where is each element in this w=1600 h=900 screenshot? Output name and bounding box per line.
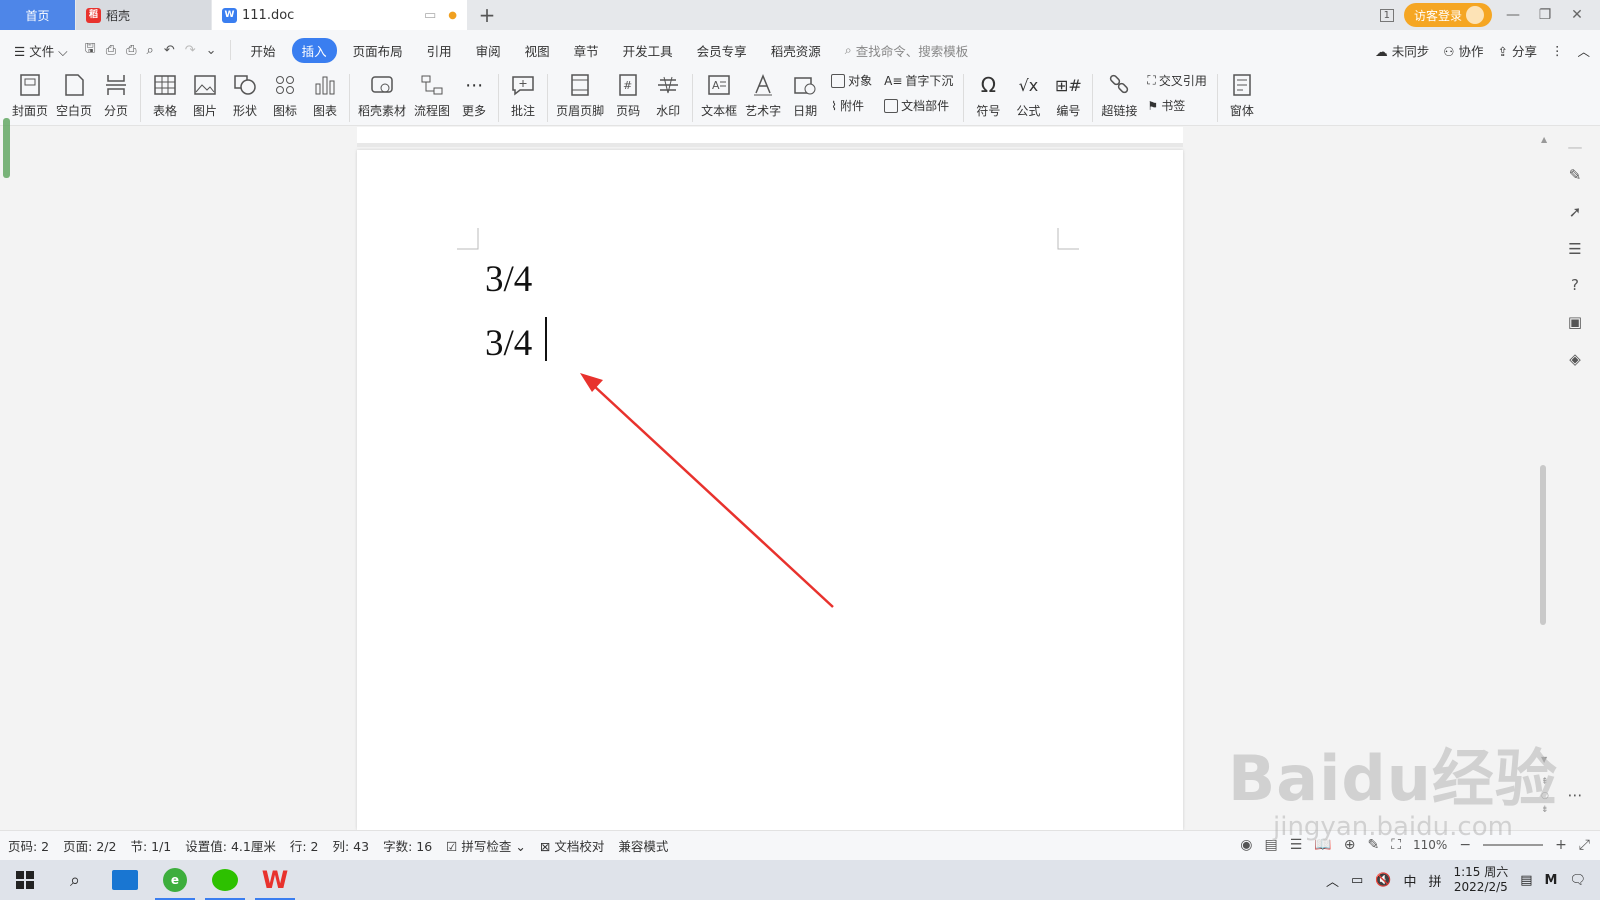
clock-date: 2022/2/5 [1453,880,1508,894]
right-tool-sidebar: — ✎ ➚ ☰ ? ▣ ◈ ⋯ [1550,127,1600,827]
fullscreen-icon[interactable]: ⤢ [1579,837,1590,853]
proofread-label: 文档校对 [554,839,605,854]
compat-mode-label: 兼容模式 [618,839,669,854]
select-pointer-icon[interactable]: ➚ [1565,202,1585,222]
wechat-icon [212,869,238,891]
ime-mode[interactable]: 拼 [1428,871,1441,890]
clock[interactable]: 1:15 周六 2022/2/5 [1453,865,1508,895]
scrollbar-thumb[interactable] [1540,465,1546,625]
app-tray-icon[interactable]: M [1545,873,1558,888]
adjust-sliders-icon[interactable]: ☰ [1565,239,1585,259]
proof-icon: ⊠ [539,839,551,854]
status-setting[interactable]: 设置值: 4.1厘米 [185,836,276,855]
volume-muted-icon[interactable]: 🔇 [1375,873,1391,888]
help-icon[interactable]: ? [1565,275,1585,295]
status-section[interactable]: 节: 1/1 [130,836,171,855]
image-edit-icon[interactable]: ▣ [1565,312,1585,332]
proofread-button[interactable]: ⊠ 文档校对 [540,836,604,855]
system-tray: ︿ ▭ 🔇 中 拼 1:15 周六 2022/2/5 ▤ M 🗨 [1326,860,1600,900]
checkbox-icon: ☑ [446,839,458,854]
mail-icon [112,870,138,890]
sidebar-divider-icon: — [1567,138,1583,156]
status-pages[interactable]: 页面: 2/2 [63,836,116,855]
more-tools-icon[interactable]: ⋯ [1565,785,1585,805]
baidu-watermark: Baidu经验 jingyan.baidu.com [1228,728,1558,842]
wps-icon: W [261,866,289,894]
taskbar-search-button[interactable]: ⌕ [50,860,100,900]
watermark-brand: Baidu经验 [1228,742,1558,815]
notification-icon[interactable]: 🗨 [1569,873,1586,888]
windows-logo-icon [16,871,34,889]
status-page[interactable]: 页码: 2 [8,836,49,855]
clock-time: 1:15 周六 [1453,865,1509,879]
taskbar-wechat[interactable] [200,860,250,900]
taskbar-browser[interactable]: e [150,860,200,900]
start-button[interactable] [0,860,50,900]
wps-ai-icon[interactable]: ◈ [1565,349,1585,369]
taskbar-mail[interactable] [100,860,150,900]
notes-icon[interactable]: ▤ [1520,873,1532,888]
status-row[interactable]: 行: 2 [290,836,319,855]
scroll-up-icon[interactable]: ▲ [1541,135,1547,144]
zoom-slider[interactable] [1483,844,1544,846]
vertical-scrollbar[interactable]: ▲ ▼ ⇞ ○ ⇟ [1538,135,1549,825]
status-col[interactable]: 列: 43 [332,836,369,855]
status-wordcount[interactable]: 字数: 16 [383,836,432,855]
ime-language[interactable]: 中 [1403,871,1416,890]
pen-icon[interactable]: ✎ [1565,165,1585,185]
spell-check-label: 拼写检查 [461,839,512,854]
battery-icon[interactable]: ▭ [1351,873,1363,888]
search-icon: ⌕ [69,869,81,891]
browser-icon: e [163,868,187,892]
taskbar-wps[interactable]: W [250,860,300,900]
spell-check-button[interactable]: ☑ 拼写检查 ⌄ [446,836,526,855]
tray-expand-icon[interactable]: ︿ [1326,871,1339,890]
navigation-handle[interactable] [3,118,10,178]
